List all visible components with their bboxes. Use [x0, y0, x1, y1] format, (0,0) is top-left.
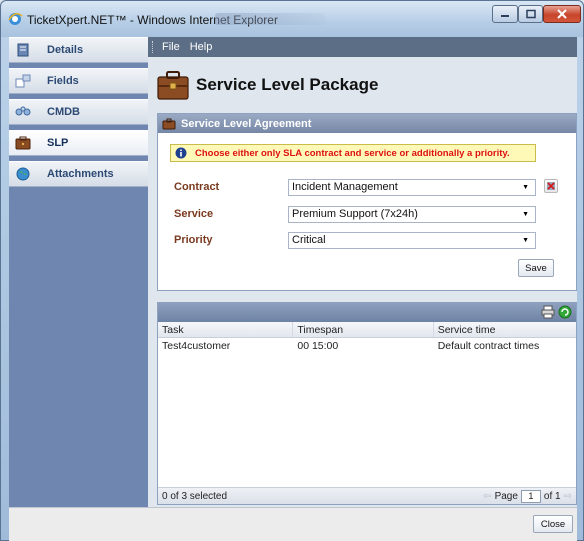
blurred-title-text [215, 13, 325, 25]
sla-panel-title: Service Level Agreement [181, 117, 312, 130]
globe-icon [15, 166, 31, 182]
priority-row: Priority Critical ▼ [174, 231, 536, 249]
service-label: Service [174, 208, 214, 220]
task-cell: Test4customer [162, 339, 231, 352]
chevron-down-icon: ▼ [522, 236, 529, 244]
contract-select[interactable]: Incident Management ▼ [288, 178, 536, 196]
page-header: Service Level Package [156, 67, 378, 103]
delete-icon [547, 182, 555, 190]
refresh-icon[interactable] [558, 305, 572, 319]
close-button[interactable]: Close [533, 515, 573, 533]
browser-window: TicketXpert.NET™ - Windows Internet Expl… [0, 0, 584, 541]
next-page-icon[interactable]: ⇨ [564, 491, 572, 502]
window-close-button[interactable] [543, 5, 581, 23]
details-icon [15, 42, 31, 58]
column-header-timespan[interactable]: Timespan [293, 322, 434, 337]
slp-icon [15, 135, 31, 151]
cmdb-icon [15, 104, 31, 120]
client-area: Details Fields CMDB SLP Attachments File… [9, 37, 577, 541]
sidebar-item-label: SLP [47, 137, 69, 149]
task-toolbar [158, 303, 576, 322]
menu-grip [152, 41, 154, 53]
column-header-task[interactable]: Task [158, 322, 294, 337]
ie-logo-icon [8, 12, 23, 25]
table-row[interactable]: Test4customer 00 15:00 Default contract … [158, 338, 576, 353]
sidebar-item-label: CMDB [47, 106, 80, 118]
service-time-cell: Default contract times [437, 339, 540, 352]
bottom-bar: Close [9, 507, 577, 541]
page-title: Service Level Package [196, 75, 379, 94]
sla-panel: Service Level Agreement Choose either on… [157, 113, 577, 291]
close-icon [557, 9, 567, 19]
pager: ⇦ Page 1 of 1 ⇨ [483, 489, 572, 503]
menu-bar: File Help [148, 37, 577, 57]
contract-label: Contract [174, 181, 220, 193]
minimize-button[interactable] [492, 5, 518, 23]
page-number-input[interactable]: 1 [520, 489, 541, 503]
contract-value: Incident Management [292, 181, 398, 193]
maximize-button[interactable] [518, 5, 543, 23]
info-icon [175, 147, 187, 159]
column-header-service-time[interactable]: Service time [434, 322, 576, 337]
chevron-down-icon: ▼ [522, 210, 529, 218]
info-message: Choose either only SLA contract and serv… [170, 144, 536, 162]
clear-contract-button[interactable] [544, 179, 558, 193]
sidebar-item-fields[interactable]: Fields [9, 68, 148, 94]
sla-panel-header: Service Level Agreement [158, 114, 576, 133]
sidebar-item-cmdb[interactable]: CMDB [9, 99, 148, 125]
briefcase-icon [157, 71, 189, 100]
briefcase-small-icon [162, 118, 176, 129]
menu-file[interactable]: File [162, 41, 180, 53]
contract-row: Contract Incident Management ▼ [174, 178, 536, 196]
menu-help[interactable]: Help [190, 41, 213, 53]
sidebar-item-label: Attachments [47, 168, 114, 180]
task-footer: 0 of 3 selected ⇦ Page 1 of 1 ⇨ [158, 487, 576, 504]
timespan-cell: 00 15:00 [297, 339, 339, 352]
sidebar-item-attachments[interactable]: Attachments [9, 161, 148, 187]
previous-page-icon[interactable]: ⇦ [483, 491, 491, 502]
task-table-header: Task Timespan Service time [158, 322, 576, 338]
task-panel: Task Timespan Service time Test4customer… [157, 302, 577, 505]
priority-select[interactable]: Critical ▼ [288, 231, 536, 249]
save-button[interactable]: Save [518, 259, 554, 277]
page-total: of 1 [543, 490, 561, 502]
maximize-icon [525, 9, 536, 19]
page-label: Page [494, 490, 518, 502]
title-bar: TicketXpert.NET™ - Windows Internet Expl… [1, 1, 583, 37]
info-text: Choose either only SLA contract and serv… [195, 147, 510, 159]
print-icon[interactable] [541, 305, 555, 319]
sidebar: Details Fields CMDB SLP Attachments [9, 37, 148, 507]
main-content: Service Level Package Service Level Agre… [148, 57, 577, 507]
sidebar-item-label: Details [47, 44, 84, 56]
fields-icon [15, 73, 31, 89]
sidebar-item-slp[interactable]: SLP [9, 130, 148, 156]
priority-value: Critical [292, 234, 326, 246]
service-value: Premium Support (7x24h) [292, 208, 418, 220]
priority-label: Priority [174, 234, 213, 246]
service-row: Service Premium Support (7x24h) ▼ [174, 205, 536, 223]
chevron-down-icon: ▼ [522, 183, 529, 191]
service-select[interactable]: Premium Support (7x24h) ▼ [288, 205, 536, 223]
minimize-icon [501, 15, 509, 17]
sidebar-item-details[interactable]: Details [9, 37, 148, 63]
selection-count: 0 of 3 selected [162, 490, 228, 502]
sidebar-item-label: Fields [47, 75, 79, 87]
